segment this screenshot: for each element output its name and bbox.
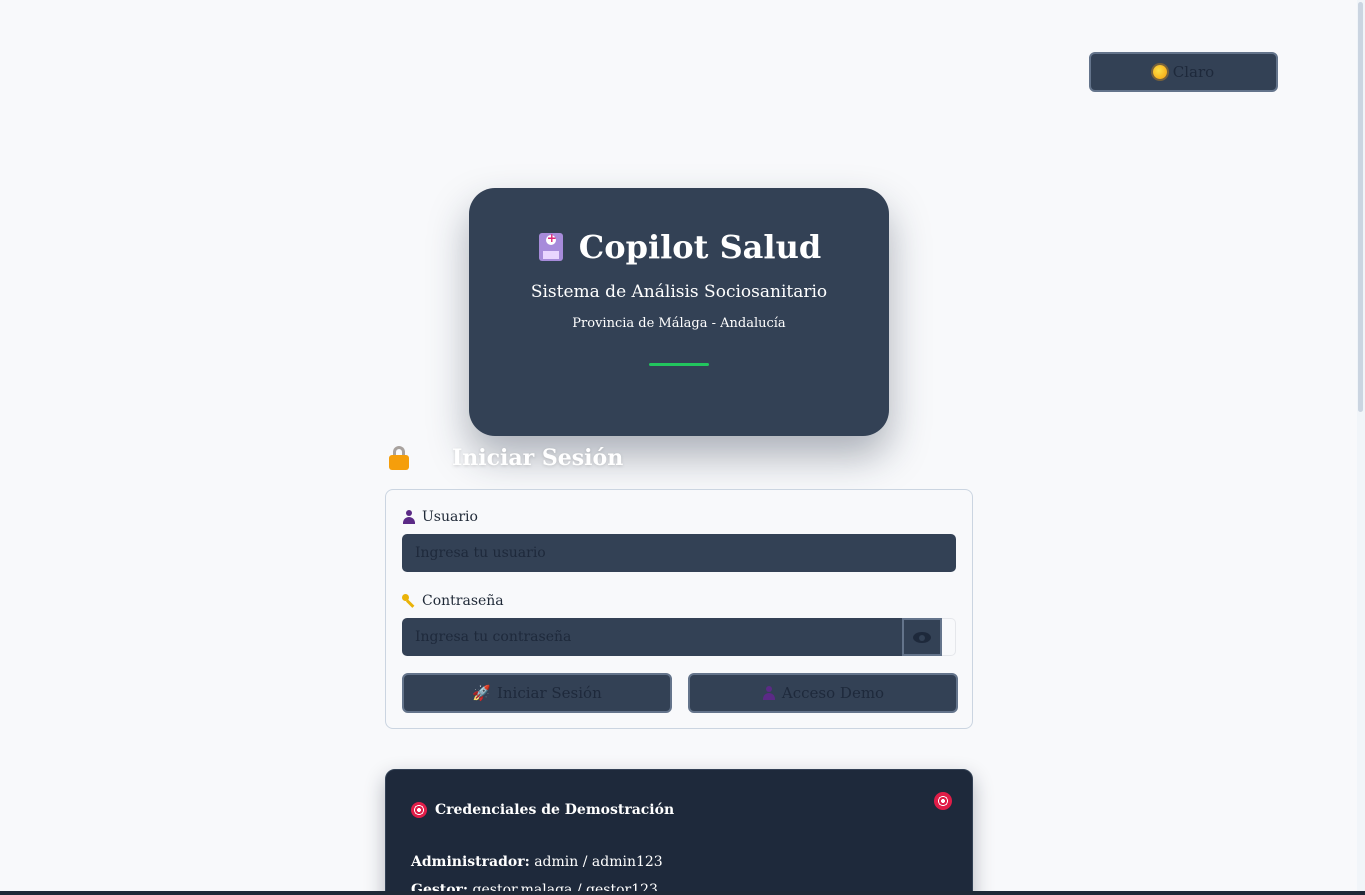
password-label-text: Contraseña <box>422 593 504 609</box>
app-title: Copilot Salud <box>469 228 889 266</box>
login-button-label: Iniciar Sesión <box>496 684 602 702</box>
theme-toggle-button[interactable]: Claro <box>1089 52 1278 92</box>
theme-toggle-label: Claro <box>1172 63 1215 81</box>
key-icon <box>402 594 416 608</box>
demo-credentials-card: Credenciales de Demostración Administrad… <box>385 769 973 895</box>
username-label: Usuario <box>402 508 956 526</box>
app-subtitle: Sistema de Análisis Sociosanitario <box>530 282 828 302</box>
lock-icon <box>388 446 410 470</box>
username-input[interactable] <box>402 534 956 572</box>
target-icon <box>411 802 427 818</box>
rocket-icon: 🚀 <box>472 684 491 702</box>
form-actions: 🚀 Iniciar Sesión Acceso Demo <box>402 673 958 713</box>
bottom-edge <box>0 891 1365 895</box>
demo-credentials-title-text: Credenciales de Demostración <box>435 802 675 818</box>
login-button[interactable]: 🚀 Iniciar Sesión <box>402 673 672 713</box>
province-text: Provincia de Málaga - Andalucía <box>572 316 786 331</box>
username-label-text: Usuario <box>422 509 478 525</box>
page-scrollbar[interactable] <box>1357 0 1365 895</box>
show-password-button[interactable] <box>902 618 942 656</box>
login-form: Usuario Contraseña 🚀 Iniciar Sesión Acce… <box>385 489 973 729</box>
login-heading: Iniciar Sesión <box>388 444 623 472</box>
scrollbar-thumb[interactable] <box>1358 2 1363 412</box>
demo-access-button[interactable]: Acceso Demo <box>688 673 958 713</box>
app-title-text: Copilot Salud <box>578 228 822 266</box>
accent-divider <box>649 363 709 366</box>
hero-card: Copilot Salud Sistema de Análisis Socios… <box>469 188 889 436</box>
admin-value: admin / admin123 <box>534 854 663 870</box>
login-heading-text: Iniciar Sesión <box>452 445 624 471</box>
admin-role: Administrador: <box>411 854 530 870</box>
hospital-icon <box>537 231 565 263</box>
password-label: Contraseña <box>402 592 956 610</box>
eye-icon <box>913 631 931 643</box>
user-icon <box>762 686 776 700</box>
demo-access-label: Acceso Demo <box>781 684 885 702</box>
admin-credentials: Administrador: admin / admin123 <box>411 854 947 870</box>
password-input[interactable] <box>402 618 902 656</box>
user-icon <box>402 510 416 524</box>
password-row <box>402 618 956 656</box>
target-icon <box>934 792 952 810</box>
demo-credentials-title: Credenciales de Demostración <box>411 802 947 818</box>
password-row-end <box>942 618 956 656</box>
sun-icon <box>1152 65 1167 79</box>
